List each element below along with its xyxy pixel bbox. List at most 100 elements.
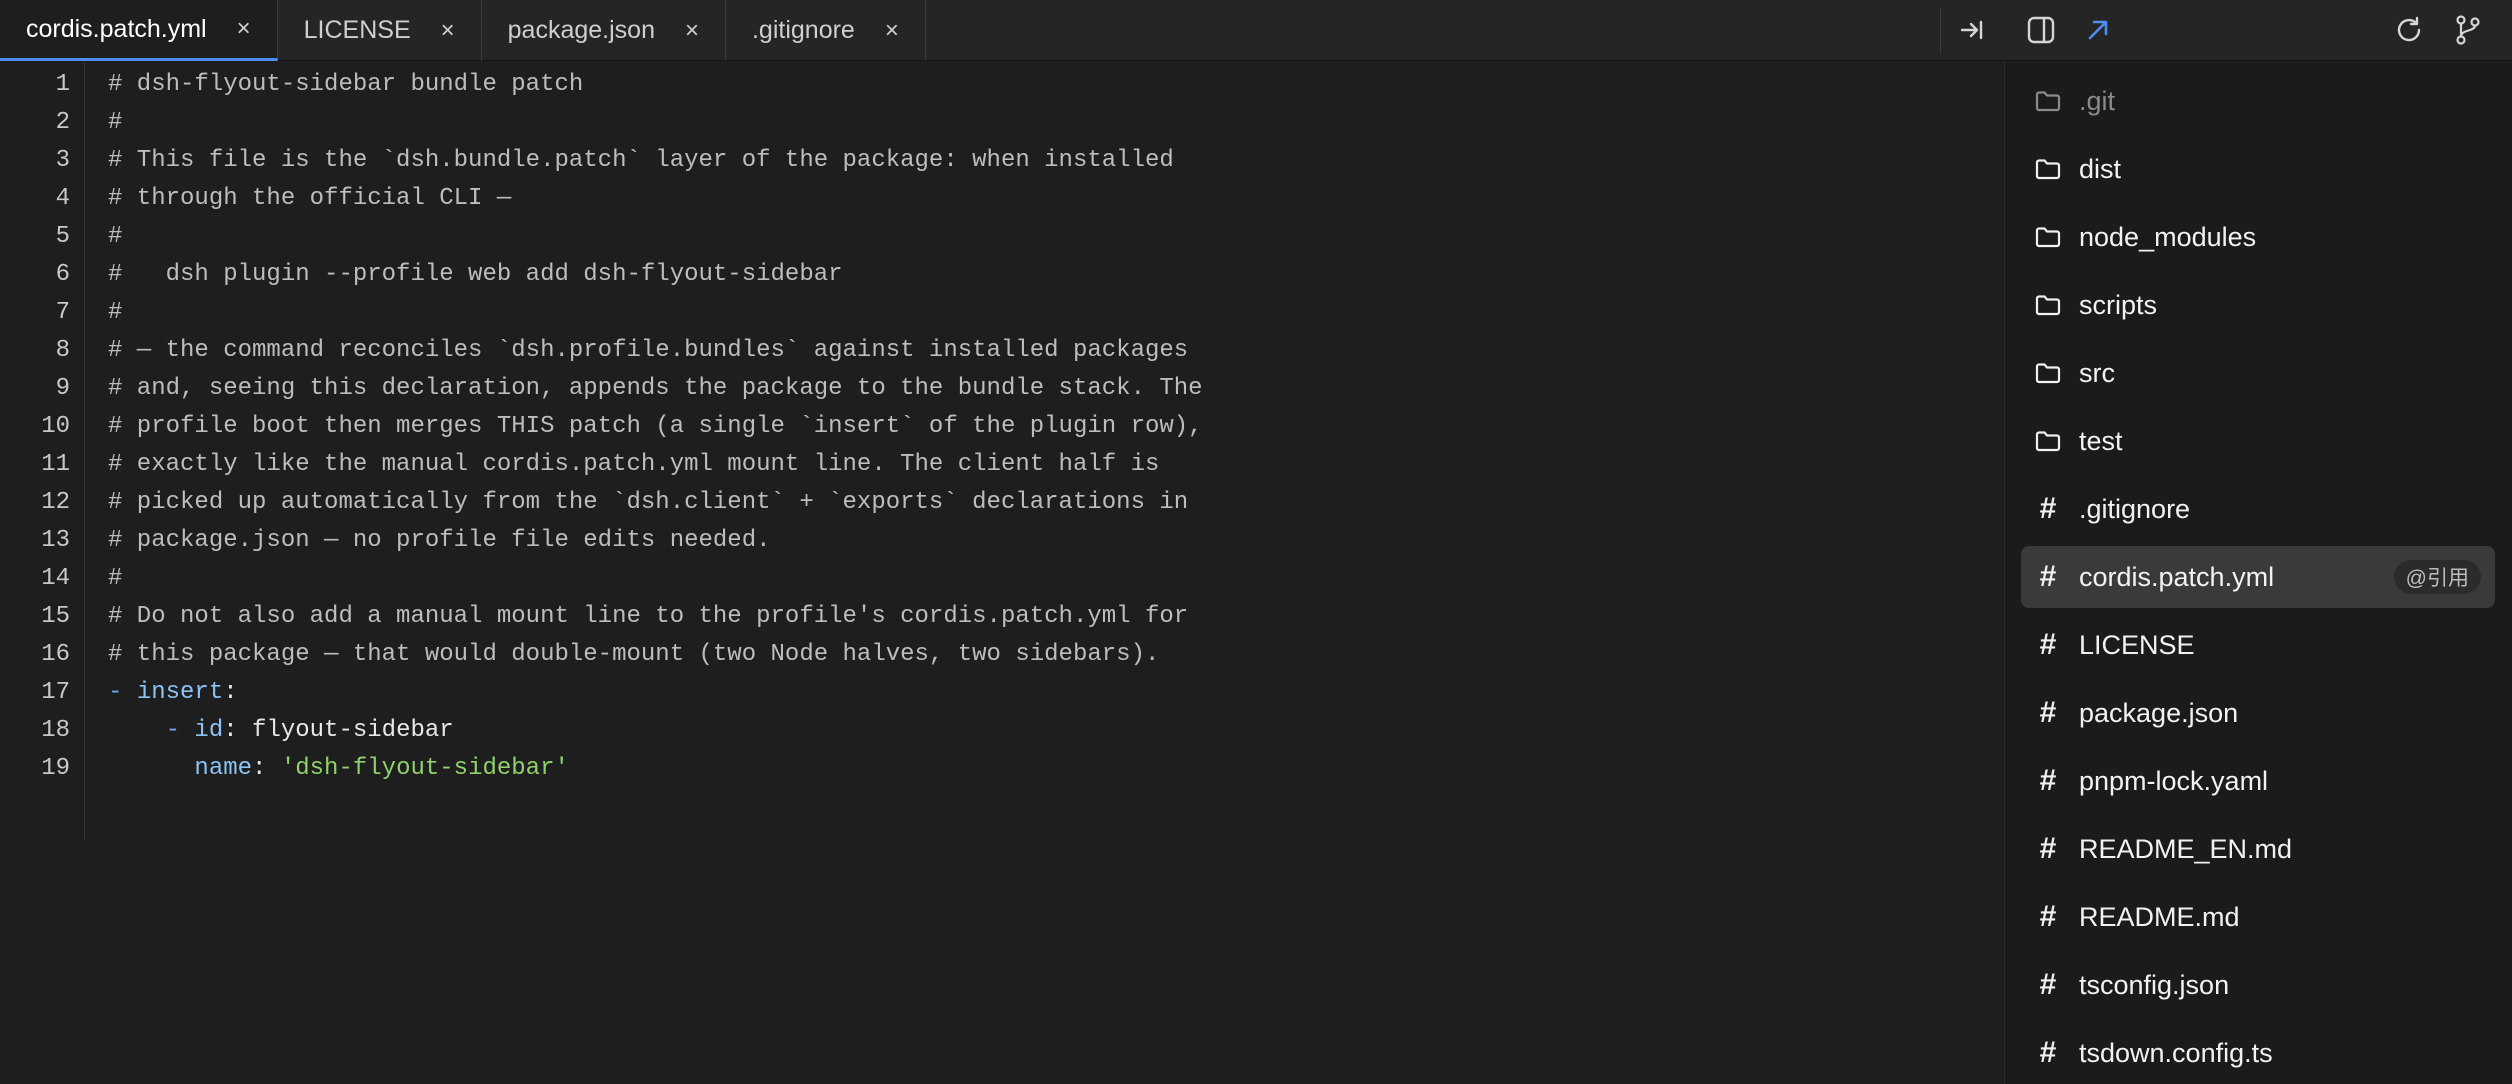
code-line[interactable]: 4 # through the official CLI — — [0, 179, 2004, 217]
folder-icon — [2033, 86, 2063, 116]
code-token-comment: # this package — that would double-mount… — [108, 640, 1160, 668]
folder-icon — [2033, 426, 2063, 456]
hash-glyph: # — [2039, 900, 2057, 933]
code-line[interactable]: 15 # Do not also add a manual mount line … — [0, 597, 2004, 635]
tree-item-label: README.md — [2079, 901, 2240, 932]
code-line[interactable]: 14 # — [0, 559, 2004, 597]
code-token-comment: # dsh-flyout-sidebar bundle patch — [108, 70, 584, 98]
tree-item-gitignore[interactable]: # .gitignore — [2021, 478, 2495, 540]
git-branch-icon[interactable] — [2452, 14, 2484, 46]
code-line[interactable]: 8 # — the command reconciles `dsh.profile… — [0, 331, 2004, 369]
tree-item-license[interactable]: # LICENSE — [2021, 614, 2495, 676]
tree-item-pnpm-lock-yaml[interactable]: # pnpm-lock.yaml — [2021, 750, 2495, 812]
line-number: 16 — [41, 640, 70, 668]
code-line[interactable]: 10 # profile boot then merges THIS patch … — [0, 407, 2004, 445]
hash-glyph: # — [2039, 492, 2057, 525]
hash-glyph: # — [2039, 968, 2057, 1001]
tree-item-label: pnpm-lock.yaml — [2079, 765, 2269, 796]
line-number: 12 — [41, 488, 70, 516]
refresh-icon[interactable] — [2393, 14, 2425, 46]
code-line[interactable]: 13 # package.json — no profile file edits… — [0, 521, 2004, 559]
file-explorer: .git dist node_modules scripts src test # .giti… — [2004, 62, 2512, 1084]
code-line[interactable]: 11 # exactly like the manual cordis.patch… — [0, 445, 2004, 483]
tree-item-dist[interactable]: dist — [2021, 138, 2495, 200]
code-line[interactable]: 6 # dsh plugin --profile web add dsh-flyo… — [0, 255, 2004, 293]
code-text: # package.json — no profile file edits n… — [108, 527, 771, 554]
tree-item-test[interactable]: test — [2021, 410, 2495, 472]
tree-item-label: tsdown.config.ts — [2079, 1037, 2273, 1068]
code-text: name: 'dsh-flyout-sidebar' — [108, 755, 568, 782]
code-token-comment: # — [108, 298, 123, 326]
line-number: 11 — [41, 450, 70, 478]
code-line[interactable]: 16 # this package — that would double-mou… — [0, 635, 2004, 673]
code-line[interactable]: 1 # dsh-flyout-sidebar bundle patch — [0, 65, 2004, 103]
hash-glyph: # — [2039, 832, 2057, 865]
line-number: 7 — [55, 298, 70, 326]
tab-label: .gitignore — [751, 16, 855, 44]
line-number: 9 — [55, 374, 70, 402]
code-token-plain: : flyout-sidebar — [223, 716, 454, 744]
code-line[interactable]: 12 # picked up automatically from the `ds… — [0, 483, 2004, 521]
tree-item-label: src — [2079, 357, 2115, 388]
code-line[interactable]: 19 name: 'dsh-flyout-sidebar' — [0, 749, 2004, 787]
line-number: 5 — [55, 222, 70, 250]
code-text: # through the official CLI — — [108, 185, 511, 212]
code-text: # dsh plugin --profile web add dsh-flyou… — [108, 261, 843, 288]
code-line[interactable]: 18 - id: flyout-sidebar — [0, 711, 2004, 749]
tab-license[interactable]: LICENSE × — [278, 0, 482, 61]
tree-item-git[interactable]: .git — [2021, 70, 2495, 132]
close-icon[interactable]: × — [685, 18, 699, 43]
line-number: 14 — [41, 564, 70, 592]
code-line[interactable]: 17 - insert: — [0, 673, 2004, 711]
code-editor[interactable]: 1 # dsh-flyout-sidebar bundle patch 2 #3 # T… — [0, 62, 2004, 1084]
line-number: 3 — [55, 146, 70, 174]
tree-item-tsconfig-json[interactable]: # tsconfig.json — [2021, 954, 2495, 1016]
tree-item-label: README_EN.md — [2079, 833, 2293, 864]
code-token-comment: # — [108, 564, 123, 592]
close-icon[interactable]: × — [441, 18, 455, 43]
hash-glyph: # — [2039, 764, 2057, 797]
tree-item-cordis-patch-yml[interactable]: # cordis.patch.yml @引用 — [2021, 546, 2495, 608]
code-text: # — [108, 223, 122, 250]
code-line[interactable]: 3 # This file is the `dsh.bundle.patch` l… — [0, 141, 2004, 179]
line-number: 6 — [55, 260, 70, 288]
code-text: # exactly like the manual cordis.patch.y… — [108, 451, 1159, 478]
hash-glyph: # — [2039, 1036, 2057, 1069]
tab-label: LICENSE — [303, 16, 411, 44]
tree-item-src[interactable]: src — [2021, 342, 2495, 404]
code-line[interactable]: 9 # and, seeing this declaration, appends… — [0, 369, 2004, 407]
file-hash-icon: # — [2033, 630, 2063, 660]
tab-label: cordis.patch.yml — [26, 14, 207, 43]
code-text: # This file is the `dsh.bundle.patch` la… — [108, 147, 1174, 174]
tab-package-json[interactable]: package.json × — [482, 0, 726, 61]
split-panel-icon[interactable] — [2025, 14, 2057, 46]
tab-gitignore[interactable]: .gitignore × — [726, 0, 926, 61]
tree-item-readme-md[interactable]: # README.md — [2021, 886, 2495, 948]
tree-item-node-modules[interactable]: node_modules — [2021, 206, 2495, 268]
close-icon[interactable]: × — [885, 18, 899, 43]
tree-item-tsdown-config-ts[interactable]: # tsdown.config.ts — [2021, 1022, 2495, 1084]
folder-icon — [2033, 290, 2063, 320]
tree-item-label: cordis.patch.yml — [2079, 561, 2275, 592]
open-external-icon[interactable] — [2082, 14, 2114, 46]
code-text: # Do not also add a manual mount line to… — [108, 603, 1188, 630]
code-token-comment: # and, seeing this declaration, appends … — [108, 374, 1203, 402]
code-text: # dsh-flyout-sidebar bundle patch — [108, 71, 583, 98]
tree-item-package-json[interactable]: # package.json — [2021, 682, 2495, 744]
reference-badge[interactable]: @引用 — [2393, 560, 2481, 594]
tab-cordis-patch-yml[interactable]: cordis.patch.yml × — [0, 0, 278, 61]
tree-item-scripts[interactable]: scripts — [2021, 274, 2495, 336]
code-token-comment: # profile boot then merges THIS patch (a… — [108, 412, 1203, 440]
hash-glyph: # — [2039, 560, 2057, 593]
code-token-comment: # — [108, 222, 123, 250]
code-line[interactable]: 7 # — [0, 293, 2004, 331]
close-icon[interactable]: × — [237, 17, 251, 41]
code-text: # this package — that would double-mount… — [108, 641, 1159, 668]
folder-icon — [2033, 222, 2063, 252]
code-line[interactable]: 2 # — [0, 103, 2004, 141]
tree-item-readme-en-md[interactable]: # README_EN.md — [2021, 818, 2495, 880]
line-number: 2 — [55, 108, 70, 136]
code-line[interactable]: 5 # — [0, 217, 2004, 255]
tab-label: package.json — [507, 16, 655, 44]
collapse-right-icon[interactable] — [1956, 14, 1988, 46]
